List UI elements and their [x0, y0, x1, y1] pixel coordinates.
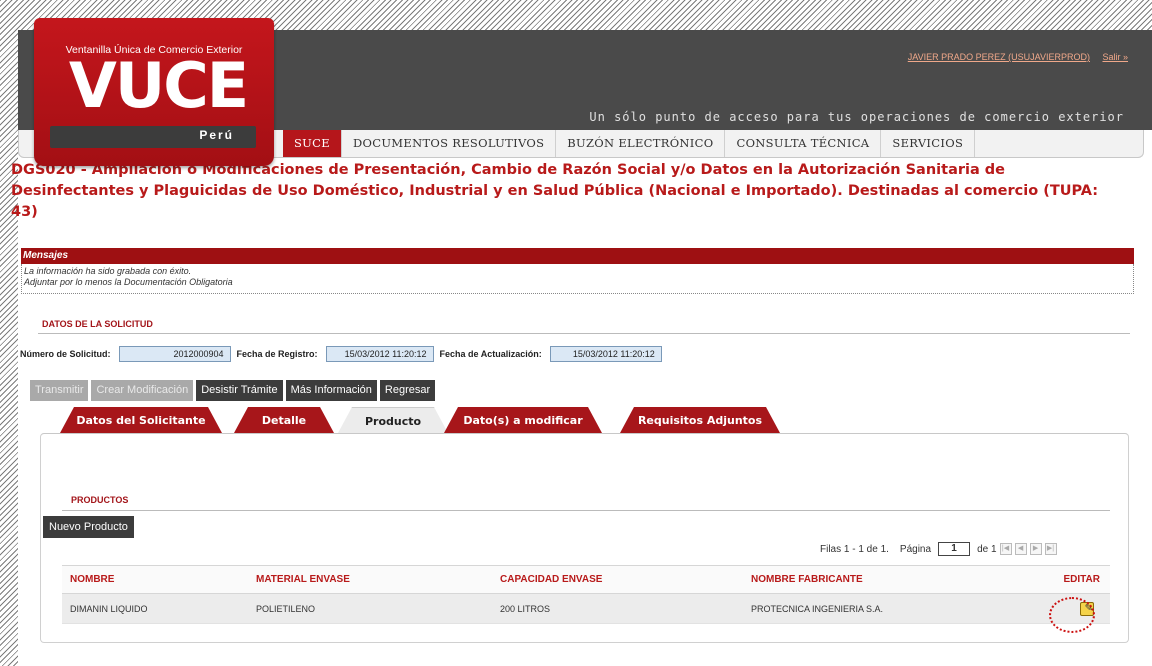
page-of: de 1: [977, 543, 997, 555]
registro-label: Fecha de Registro:: [236, 349, 318, 359]
messages-header: Mensajes: [21, 248, 1134, 264]
column-header-editar: EDITAR: [1034, 565, 1110, 594]
page-title: DGS020 - Ampliación o Modificaciones de …: [11, 162, 1099, 220]
last-page-icon[interactable]: ▶|: [1044, 543, 1057, 555]
table-header-row: NOMBRE MATERIAL ENVASE CAPACIDAD ENVASE …: [62, 565, 1110, 594]
nav-item-servicios[interactable]: SERVICIOS: [881, 130, 976, 157]
create-modification-button[interactable]: Crear Modificación: [91, 380, 194, 401]
message-line: La información ha sido grabada con éxito…: [24, 266, 192, 276]
numero-label: Número de Solicitud:: [20, 349, 111, 359]
tab-producto[interactable]: Producto: [338, 407, 448, 433]
user-name-link[interactable]: JAVIER PRADO PEREZ (USUJAVIERPROD): [908, 52, 1090, 62]
more-info-button[interactable]: Más Información: [285, 380, 377, 401]
tab-requisitos-adjuntos[interactable]: Requisitos Adjuntos: [620, 407, 780, 433]
column-header-nombre[interactable]: NOMBRE: [62, 565, 248, 594]
section-title-productos: PRODUCTOS: [71, 495, 129, 505]
cell-material: POLIETILENO: [248, 593, 492, 624]
desist-button[interactable]: Desistir Trámite: [196, 380, 283, 401]
cell-capacidad: 200 LITROS: [492, 593, 743, 624]
solicitud-fields: Número de Solicitud: 2012000904 Fecha de…: [20, 344, 668, 364]
logo-country: Perú: [199, 128, 234, 142]
nav-item-consulta-tecnica[interactable]: CONSULTA TÉCNICA: [725, 130, 882, 157]
tagline: Un sólo punto de acceso para tus operaci…: [589, 110, 1124, 124]
logo-country-bar: Perú: [50, 126, 256, 148]
divider: [62, 510, 1110, 511]
table-row: DIMANIN LIQUIDO POLIETILENO 200 LITROS P…: [62, 593, 1110, 624]
nav-item-buzon-electronico[interactable]: BUZÓN ELECTRÓNICO: [556, 130, 726, 157]
numero-field: 2012000904: [118, 346, 231, 362]
vuce-logo[interactable]: Ventanilla Única de Comercio Exterior VU…: [34, 18, 274, 166]
action-buttons: Transmitir Crear Modificación Desistir T…: [30, 380, 436, 401]
rows-info: Filas 1 - 1 de 1.: [820, 543, 889, 555]
column-header-capacidad[interactable]: CAPACIDAD ENVASE: [492, 565, 743, 594]
back-button[interactable]: Regresar: [379, 380, 436, 401]
cell-fabricante: PROTECNICA INGENIERIA S.A.: [743, 593, 1034, 624]
actualizacion-field: 15/03/2012 11:20:12: [549, 346, 662, 362]
page-input[interactable]: 1: [938, 542, 971, 556]
tab-detalle[interactable]: Detalle: [234, 407, 334, 433]
column-header-material[interactable]: MATERIAL ENVASE: [248, 565, 492, 594]
tab-datos-a-modificar[interactable]: Dato(s) a modificar: [444, 407, 602, 433]
user-links: JAVIER PRADO PEREZ (USUJAVIERPROD) Salir…: [898, 52, 1128, 62]
divider: [38, 333, 1130, 334]
next-page-icon[interactable]: ▶: [1029, 543, 1042, 555]
tab-datos-solicitante[interactable]: Datos del Solicitante: [60, 407, 222, 433]
first-page-icon[interactable]: |◀: [999, 543, 1012, 555]
messages-body: La información ha sido grabada con éxito…: [21, 264, 1134, 294]
new-product-button[interactable]: Nuevo Producto: [43, 516, 134, 538]
actualizacion-label: Fecha de Actualización:: [439, 349, 542, 359]
column-header-fabricante[interactable]: NOMBRE FABRICANTE: [743, 565, 1034, 594]
logout-link[interactable]: Salir »: [1102, 52, 1128, 62]
page-label: Página: [899, 543, 932, 555]
section-title-solicitud: DATOS DE LA SOLICITUD: [42, 319, 153, 329]
nav-item-documentos-resolutivos[interactable]: DOCUMENTOS RESOLUTIVOS: [342, 130, 557, 157]
highlight-circle: [1049, 597, 1095, 633]
logo-wordmark: VUCE: [68, 49, 249, 122]
nav-item-suce[interactable]: SUCE: [283, 130, 342, 157]
prev-page-icon[interactable]: ◀: [1014, 543, 1027, 555]
registro-field: 15/03/2012 11:20:12: [325, 346, 434, 362]
cell-nombre: DIMANIN LIQUIDO: [62, 593, 248, 624]
products-table: NOMBRE MATERIAL ENVASE CAPACIDAD ENVASE …: [62, 565, 1110, 624]
message-line: Adjuntar por lo menos la Documentación O…: [24, 277, 233, 287]
pagination: Filas 1 - 1 de 1. Página 1 de 1 |◀ ◀ ▶ ▶…: [820, 542, 1057, 556]
transmit-button[interactable]: Transmitir: [30, 380, 89, 401]
